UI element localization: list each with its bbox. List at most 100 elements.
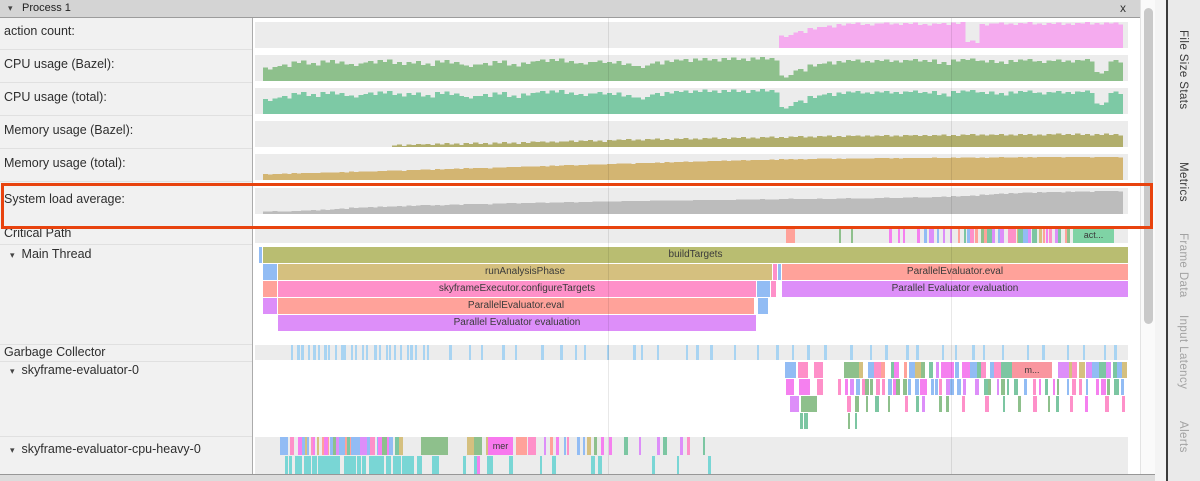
trace-slice[interactable] (421, 437, 448, 455)
trace-slice[interactable] (1067, 379, 1069, 395)
trace-slice[interactable] (824, 345, 827, 360)
tab-alerts[interactable]: Alerts (1177, 421, 1189, 453)
trace-slice[interactable] (652, 456, 655, 474)
trace-slice[interactable] (937, 228, 940, 243)
trace-slice[interactable] (866, 396, 869, 412)
trace-slice-merge[interactable]: mer (488, 437, 513, 455)
trace-slice[interactable] (324, 345, 327, 360)
trace-slice[interactable] (955, 362, 959, 378)
trace-slice[interactable] (1079, 379, 1082, 395)
trace-slice[interactable] (1033, 379, 1036, 395)
trace-slice[interactable] (1122, 396, 1125, 412)
trace-slice[interactable] (577, 437, 580, 455)
trace-slice[interactable] (386, 456, 391, 474)
trace-slice[interactable] (1058, 228, 1061, 243)
trace-slice[interactable] (328, 345, 330, 360)
trace-slice[interactable] (509, 456, 514, 474)
trace-slice[interactable] (1106, 362, 1112, 378)
trace-slice[interactable] (929, 362, 933, 378)
trace-slice[interactable] (851, 228, 853, 243)
trace-slice[interactable] (1114, 345, 1117, 360)
trace-slice[interactable] (850, 379, 854, 395)
trace-slice[interactable] (521, 437, 527, 455)
trace-slice[interactable] (324, 437, 328, 455)
trace-slice[interactable] (411, 456, 415, 474)
trace-slice[interactable] (908, 379, 911, 395)
trace-slice[interactable] (875, 396, 879, 412)
trace-slice[interactable] (370, 437, 375, 455)
tab-metrics[interactable]: Metrics (1177, 162, 1189, 202)
trace-slice[interactable] (598, 456, 602, 474)
trace-slice[interactable] (845, 379, 849, 395)
trace-slice[interactable] (280, 437, 284, 455)
trace-slice[interactable] (515, 345, 517, 360)
trace-slice[interactable] (609, 437, 612, 455)
trace-slice[interactable] (1001, 379, 1006, 395)
trace-slice[interactable]: Parallel Evaluator evaluation (278, 315, 756, 331)
trace-slice[interactable] (591, 456, 595, 474)
trace-slice[interactable] (1096, 379, 1099, 395)
trace-slice[interactable] (1067, 228, 1070, 243)
trace-slice[interactable] (296, 456, 302, 474)
trace-slice[interactable] (540, 456, 543, 474)
trace-slice[interactable] (1033, 396, 1037, 412)
trace-slice[interactable] (351, 345, 353, 360)
trace-slice[interactable] (903, 228, 906, 243)
trace-slice[interactable] (817, 379, 823, 395)
trace-slice[interactable] (757, 345, 760, 360)
trace-slice[interactable] (560, 345, 562, 360)
trace-slice[interactable] (981, 362, 986, 378)
trace-slice[interactable] (997, 379, 999, 395)
trace-slice[interactable] (776, 345, 779, 360)
trace-slice[interactable]: ParallelEvaluator.eval (782, 264, 1128, 280)
trace-slice[interactable] (552, 456, 556, 474)
trace-slice[interactable] (1046, 228, 1049, 243)
trace-slice[interactable] (710, 345, 713, 360)
trace-slice[interactable] (805, 379, 810, 395)
trace-slice[interactable] (786, 379, 795, 395)
trace-slice[interactable] (792, 345, 794, 360)
trace-slice[interactable] (463, 456, 467, 474)
trace-slice[interactable] (1057, 379, 1059, 395)
trace-slice[interactable] (917, 228, 920, 243)
trace-slice[interactable] (1011, 228, 1015, 243)
trace-slice[interactable] (594, 437, 597, 455)
trace-slice[interactable] (790, 396, 800, 412)
trace-slice[interactable] (1018, 396, 1022, 412)
trace-slice[interactable] (1023, 228, 1028, 243)
trace-slice[interactable] (1121, 379, 1124, 395)
trace-slice[interactable] (1105, 396, 1108, 412)
trace-slice[interactable]: ParallelEvaluator.eval (278, 298, 754, 314)
trace-slice[interactable] (474, 437, 482, 455)
trace-slice[interactable] (898, 228, 900, 243)
trace-slice[interactable] (639, 437, 642, 455)
trace-slice[interactable] (905, 396, 909, 412)
trace-slice[interactable] (957, 379, 960, 395)
trace-slice[interactable] (289, 456, 292, 474)
trace-slice[interactable] (885, 345, 888, 360)
trace-slice[interactable] (583, 437, 585, 455)
trace-slice[interactable] (896, 379, 901, 395)
trace-slice[interactable] (1107, 379, 1110, 395)
trace-slice[interactable] (942, 345, 944, 360)
trace-slice[interactable] (921, 362, 925, 378)
tab-frame-data[interactable]: Frame Data (1177, 233, 1189, 298)
trace-slice[interactable] (347, 456, 351, 474)
trace-slice[interactable] (423, 345, 426, 360)
trace-slice[interactable] (339, 437, 345, 455)
trace-slice[interactable] (1028, 228, 1031, 243)
trace-slice[interactable] (686, 345, 689, 360)
trace-slice[interactable] (932, 228, 934, 243)
trace-slice[interactable] (882, 379, 885, 395)
trace-slice[interactable] (415, 345, 417, 360)
collapse-arrow-icon[interactable]: ▾ (10, 366, 15, 377)
trace-slice[interactable] (1039, 379, 1042, 395)
trace-slice[interactable] (939, 379, 942, 395)
trace-slice[interactable] (939, 396, 942, 412)
trace-slice[interactable] (1007, 379, 1010, 395)
trace-slice[interactable] (687, 437, 689, 455)
trace-slice[interactable] (1086, 362, 1093, 378)
trace-slice[interactable] (758, 298, 768, 314)
trace-slice[interactable] (850, 345, 853, 360)
trace-slice[interactable] (1070, 396, 1072, 412)
